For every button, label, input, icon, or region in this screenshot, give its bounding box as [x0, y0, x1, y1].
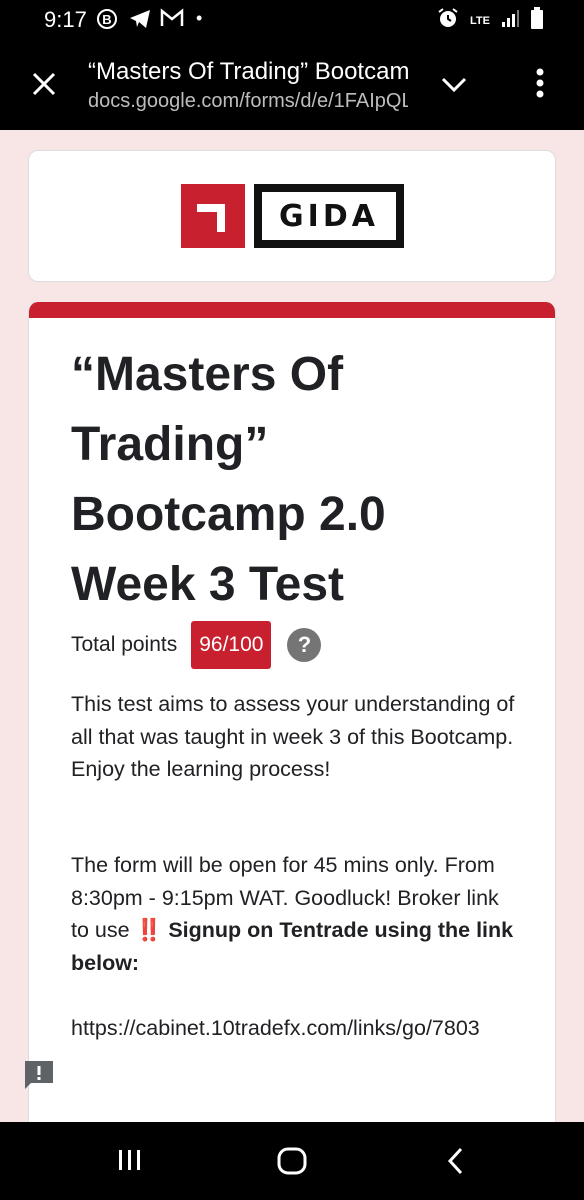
- total-points-label: Total points: [71, 633, 178, 656]
- gida-logo-icon: [181, 184, 245, 248]
- recent-apps-icon[interactable]: [116, 1146, 144, 1179]
- battery-icon: [530, 7, 544, 34]
- signal-icon: [500, 8, 520, 33]
- more-options-icon[interactable]: [532, 66, 548, 100]
- accent-bar: [29, 302, 555, 318]
- form-title: “Masters Of Trading” Bootcamp 2.0 Week 3…: [71, 348, 386, 611]
- status-time: 9:17: [44, 7, 87, 32]
- tab-title: “Masters Of Trading” Bootcamp 2.0 Week 3…: [88, 58, 408, 85]
- gida-logo-text: GIDA: [254, 184, 404, 248]
- android-nav-bar: [0, 1122, 584, 1200]
- close-icon[interactable]: [30, 70, 58, 98]
- report-issue-icon[interactable]: [22, 1058, 56, 1092]
- alarm-icon: [436, 6, 460, 35]
- browser-tab-header: “Masters Of Trading” Bootcamp 2.0 Week 3…: [0, 40, 584, 130]
- form-description: This test aims to assess your understand…: [71, 692, 515, 781]
- help-icon[interactable]: ?: [287, 628, 322, 662]
- score-badge: 96/100: [191, 621, 272, 669]
- header-logo-card: GIDA: [28, 150, 556, 282]
- svg-text:B: B: [102, 12, 111, 27]
- home-icon[interactable]: [276, 1146, 308, 1181]
- total-points-row: Total points 96/100 ?: [71, 620, 322, 670]
- double-exclamation-icon: ‼️: [135, 918, 163, 942]
- back-icon[interactable]: [444, 1146, 468, 1181]
- form-instructions: The form will be open for 45 mins only. …: [71, 849, 521, 979]
- status-icons: LTE: [436, 6, 544, 35]
- telegram-icon: [128, 8, 152, 30]
- broker-link[interactable]: https://cabinet.10tradefx.com/links/go/7…: [71, 1012, 521, 1045]
- more-notifications-dot: •: [196, 8, 203, 28]
- status-bar: 9:17 B • LTE: [0, 0, 584, 40]
- chevron-down-icon[interactable]: [440, 74, 468, 94]
- b-app-icon: B: [96, 8, 118, 30]
- lte-label: LTE: [470, 14, 490, 27]
- tab-url[interactable]: docs.google.com/forms/d/e/1FAIpQLSc: [88, 90, 408, 113]
- gmail-icon: [160, 8, 184, 28]
- form-header-card: “Masters Of Trading” Bootcamp 2.0 Week 3…: [28, 302, 556, 1132]
